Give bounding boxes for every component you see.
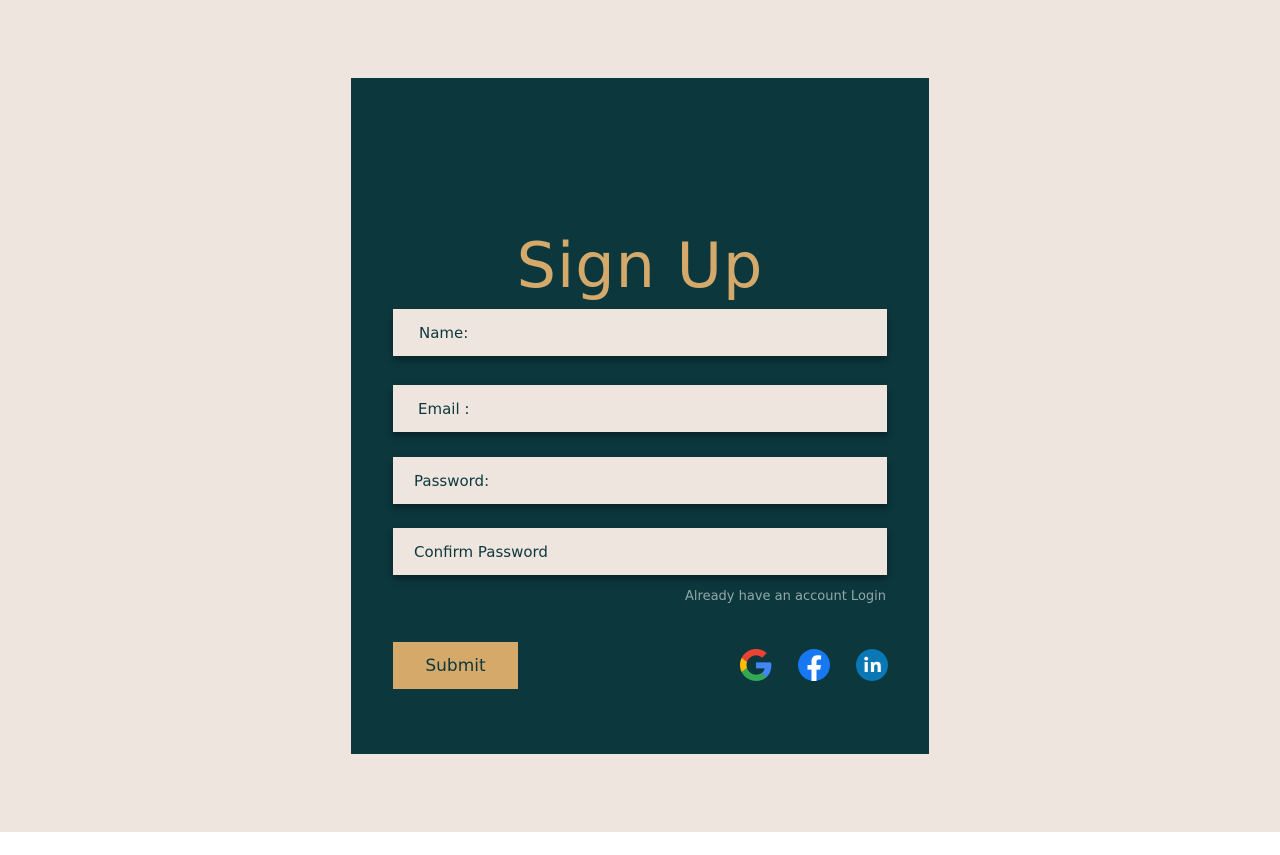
login-link[interactable]: Already have an account Login [685, 589, 886, 604]
name-field[interactable] [393, 309, 887, 356]
page-title: Sign Up [516, 229, 764, 302]
facebook-icon[interactable] [798, 649, 830, 681]
confirm-password-field[interactable] [393, 528, 887, 575]
linkedin-icon[interactable] [856, 649, 888, 681]
google-icon[interactable] [740, 649, 772, 681]
submit-button[interactable]: Submit [393, 642, 518, 689]
password-field[interactable] [393, 457, 887, 504]
email-field[interactable] [393, 385, 887, 432]
page-background: Sign Up Already have an account Login Su… [0, 0, 1280, 832]
